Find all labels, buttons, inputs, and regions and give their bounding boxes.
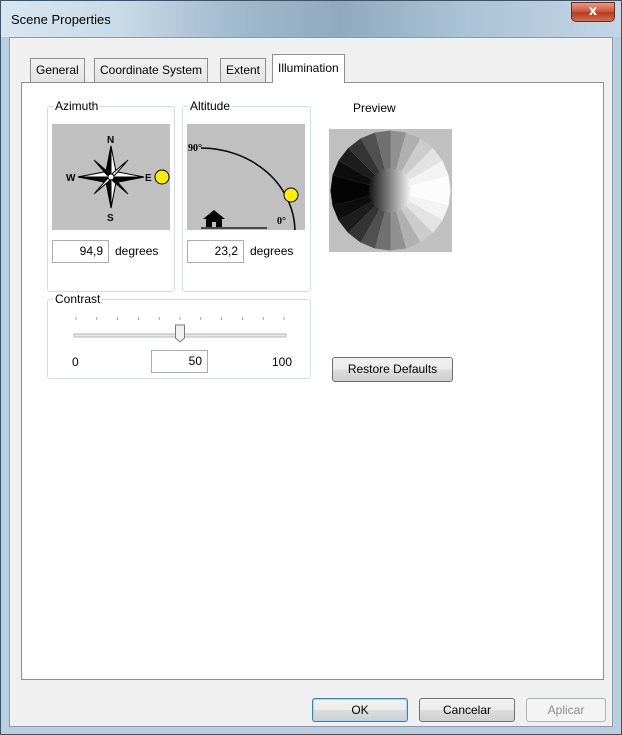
illumination-panel: Azimuth N S W E 94,9 degrees Altitude 90… <box>21 82 604 680</box>
scene-properties-dialog: Scene Properties x General Coordinate Sy… <box>0 0 622 735</box>
compass-s: S <box>107 213 114 224</box>
sun-icon[interactable] <box>154 169 170 185</box>
contrast-label: Contrast <box>53 292 103 306</box>
preview-hub <box>368 168 413 213</box>
compass-rose-icon: N S W E <box>66 135 170 224</box>
tab-general[interactable]: General <box>30 58 85 82</box>
azimuth-unit: degrees <box>115 244 159 258</box>
cancel-button[interactable]: Cancelar <box>419 698 515 722</box>
tab-label: Extent <box>226 63 261 77</box>
sun-icon[interactable] <box>283 187 299 203</box>
tab-extent[interactable]: Extent <box>220 58 267 82</box>
compass-w: W <box>66 173 76 184</box>
altitude-label: Altitude <box>188 99 233 113</box>
azimuth-label: Azimuth <box>53 99 101 113</box>
house-icon <box>203 210 225 227</box>
contrast-slider[interactable] <box>48 310 312 350</box>
tab-illumination[interactable]: Illumination <box>272 54 345 83</box>
tab-label: Illumination <box>278 61 339 75</box>
dialog-body: General Coordinate System Extent Illumin… <box>9 37 613 727</box>
tab-coordinate-system[interactable]: Coordinate System <box>94 58 209 82</box>
window-title: Scene Properties <box>11 12 111 27</box>
close-icon: x <box>588 4 598 19</box>
altitude-unit: degrees <box>250 244 294 258</box>
azimuth-picture[interactable]: N S W E <box>52 124 170 230</box>
azimuth-input[interactable]: 94,9 <box>52 240 109 263</box>
slider-thumb[interactable] <box>175 324 185 343</box>
altitude-picture[interactable]: 90° 0° <box>187 124 305 230</box>
altitude-arc-icon: 90° 0° <box>188 143 299 230</box>
contrast-group: Contrast 0 50 100 <box>47 292 312 379</box>
preview-picture <box>329 129 452 252</box>
compass-e: E <box>145 173 152 184</box>
tab-label: General <box>36 63 79 77</box>
close-button[interactable]: x <box>571 2 615 22</box>
contrast-input[interactable]: 50 <box>151 350 208 373</box>
title-bar[interactable]: Scene Properties x <box>1 1 621 37</box>
shaded-sphere-preview <box>330 130 451 251</box>
apply-button[interactable]: Aplicar <box>526 698 606 722</box>
altitude-group: Altitude 90° 0° 23,2 degrees <box>182 99 311 292</box>
azimuth-group: Azimuth N S W E 94,9 degrees <box>47 99 175 292</box>
restore-defaults-button[interactable]: Restore Defaults <box>332 357 453 382</box>
altitude-90-label: 90° <box>188 143 202 154</box>
altitude-0-label: 0° <box>277 216 286 227</box>
contrast-max-label: 100 <box>272 355 293 369</box>
preview-label: Preview <box>353 101 396 115</box>
contrast-min-label: 0 <box>72 355 79 369</box>
altitude-input[interactable]: 23,2 <box>187 240 244 263</box>
ok-button[interactable]: OK <box>312 698 408 722</box>
tab-label: Coordinate System <box>100 63 203 77</box>
compass-n: N <box>107 135 114 146</box>
